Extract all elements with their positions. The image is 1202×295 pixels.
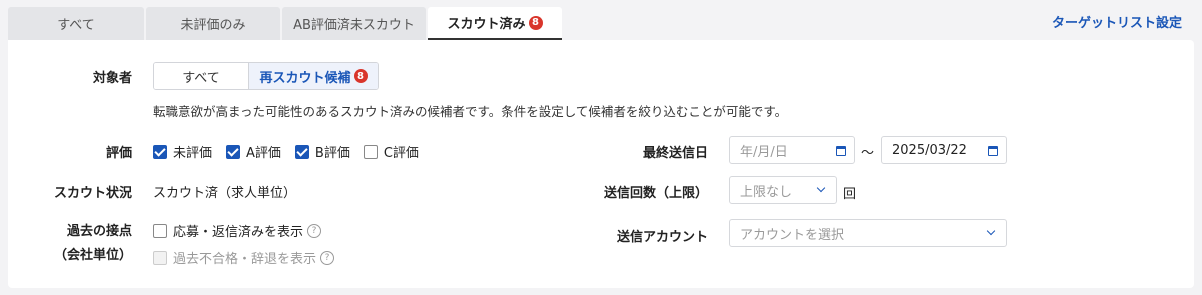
rating-c-checkbox[interactable] (363, 144, 378, 159)
send-account-select[interactable]: アカウントを選択 (729, 219, 1007, 247)
calendar-icon[interactable] (988, 146, 998, 156)
show-rejected-label: 過去不合格・辞退を表示 (173, 252, 317, 267)
last-sent-from-placeholder: 年/月/日 (740, 144, 788, 160)
tab-bar: すべて 未評価のみ AB評価済未スカウト スカウト済み 8 (8, 7, 564, 41)
chevron-down-icon (986, 226, 996, 236)
target-label: 対象者 (92, 71, 132, 86)
help-icon[interactable]: ? (307, 223, 322, 238)
send-count-label: 送信回数（上限） (603, 186, 708, 201)
rating-a-label: A評価 (246, 146, 281, 161)
send-count-placeholder: 上限なし (740, 184, 793, 200)
past-contact-option1: 応募・返信済みを表示? (153, 221, 322, 240)
target-segmented-control: すべて 再スカウト候補 8 (153, 62, 379, 90)
rating-a-checkbox[interactable] (226, 144, 241, 159)
tab-scouted-badge: 8 (528, 15, 543, 30)
rating-unrated-label: 未評価 (173, 146, 213, 161)
tab-unrated[interactable]: 未評価のみ (146, 7, 280, 40)
target-option-all[interactable]: すべて (154, 63, 248, 89)
last-sent-to-input[interactable]: 2025/03/22 (881, 136, 1007, 164)
rating-c-label: C評価 (383, 146, 419, 161)
send-account-label: 送信アカウント (616, 230, 708, 245)
tab-scouted[interactable]: スカウト済み 8 (428, 7, 562, 40)
send-count-unit: 回 (843, 187, 857, 202)
target-description: 転職意欲が高まった可能性のあるスカウト済みの候補者です。条件を設定して候補者を絞… (153, 104, 788, 119)
send-account-placeholder: アカウントを選択 (740, 227, 845, 243)
target-list-settings-link[interactable]: ターゲットリスト設定 (1052, 12, 1182, 31)
last-sent-label: 最終送信日 (642, 146, 708, 161)
target-option-all-label: すべて (182, 70, 220, 86)
rating-options: 未評価 A評価 B評価 C評価 (153, 142, 433, 161)
last-sent-to-value: 2025/03/22 (892, 142, 967, 158)
rescout-badge: 8 (353, 69, 368, 83)
send-count-select[interactable]: 上限なし (729, 176, 837, 204)
rating-b-checkbox[interactable] (294, 144, 309, 159)
rating-unrated-checkbox[interactable] (153, 144, 167, 159)
past-contact-label: 過去の接点 （会社単位） (28, 220, 132, 263)
show-applied-checkbox[interactable] (153, 223, 167, 238)
filter-panel: 対象者 すべて 再スカウト候補 8 転職意欲が高まった可能性のあるスカウト済みの候… (8, 40, 1194, 288)
tab-all-label: すべて (57, 18, 95, 33)
target-option-rescout-label: 再スカウト候補 (259, 70, 351, 86)
show-rejected-checkbox (153, 250, 167, 265)
rating-b-label: B評価 (314, 146, 350, 161)
past-contact-option2: 過去不合格・辞退を表示? (153, 248, 335, 267)
target-option-rescout[interactable]: 再スカウト候補 8 (248, 63, 378, 89)
last-sent-from-input[interactable]: 年/月/日 (729, 136, 855, 164)
chevron-down-icon (816, 183, 826, 193)
tab-ab-unscouted-label: AB評価済未スカウト (293, 18, 415, 33)
show-applied-label: 応募・返信済みを表示 (173, 225, 304, 240)
scout-status-label: スカウト状況 (53, 186, 132, 201)
tab-scouted-label: スカウト済み (447, 17, 526, 32)
date-range-separator: ～ (861, 146, 875, 161)
tab-all[interactable]: すべて (8, 7, 144, 40)
tab-ab-unscouted[interactable]: AB評価済未スカウト (282, 7, 426, 40)
help-icon[interactable]: ? (320, 250, 335, 265)
past-contact-label-line2: （会社単位） (53, 248, 132, 263)
past-contact-label-line1: 過去の接点 (66, 224, 132, 239)
rating-label: 評価 (105, 146, 132, 161)
scout-status-value: スカウト済（求人単位） (153, 186, 297, 201)
tab-unrated-label: 未評価のみ (180, 18, 246, 33)
calendar-icon[interactable] (836, 146, 846, 156)
